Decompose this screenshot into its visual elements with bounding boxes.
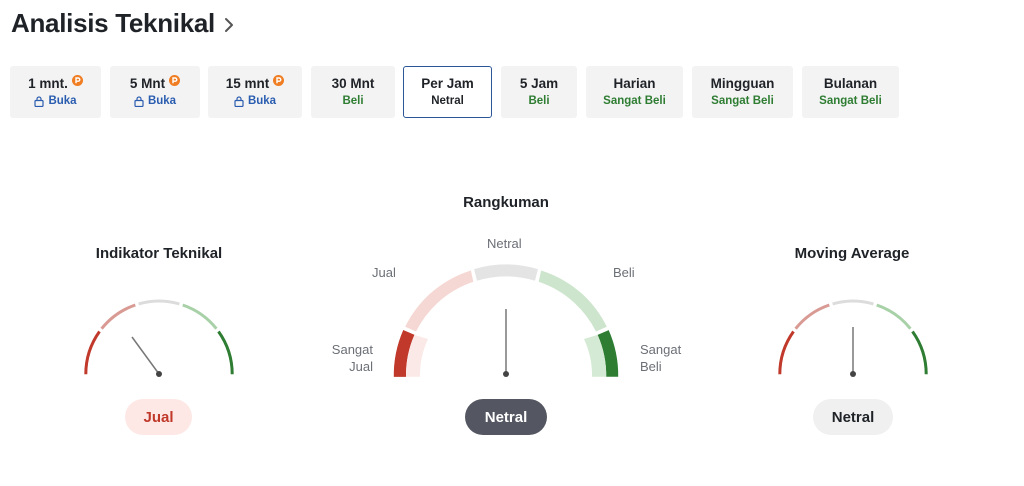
moving-average-result-badge: Netral: [813, 399, 893, 435]
moving-average-gauge-pivot: [850, 371, 856, 377]
